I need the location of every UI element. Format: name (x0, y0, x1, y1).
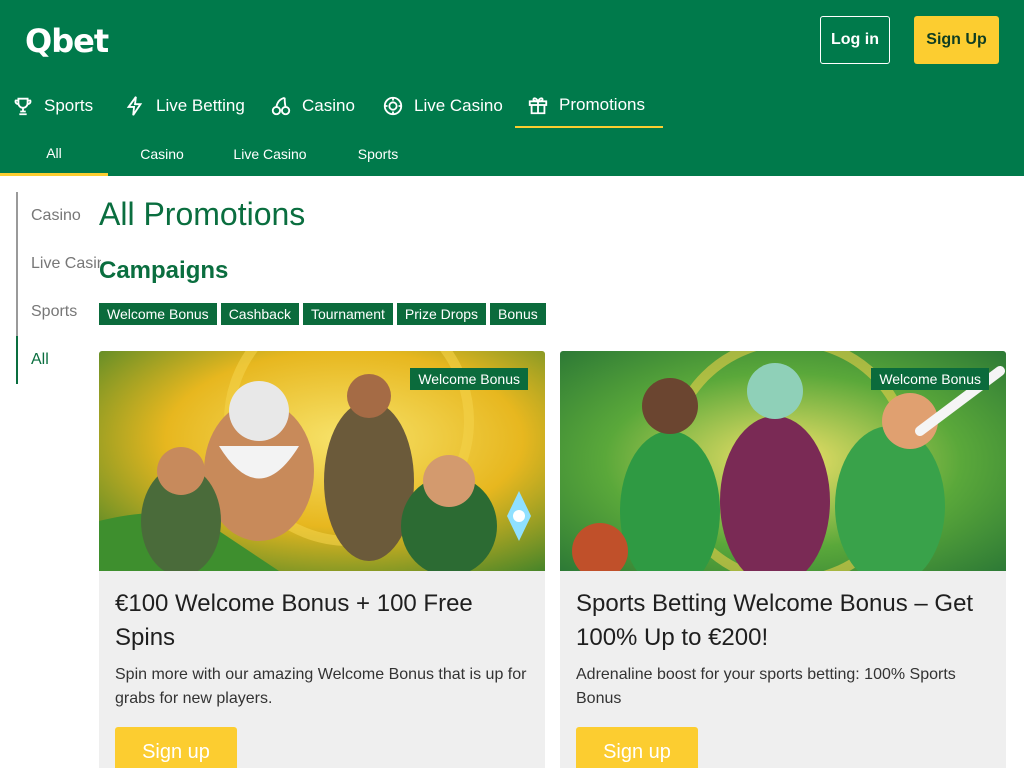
roulette-icon (383, 96, 403, 116)
side-nav: Casino Live Casino Sports All (16, 192, 101, 384)
qbet-logo[interactable]: Qbet (25, 22, 109, 60)
promo-category-badge: Welcome Bonus (410, 368, 528, 390)
promo-title: €100 Welcome Bonus + 100 Free Spins (115, 590, 473, 651)
promo-category-badge: Welcome Bonus (871, 368, 989, 390)
promo-description: Spin more with our amazing Welcome Bonus… (115, 666, 527, 707)
sidenav-item-casino[interactable]: Casino (31, 207, 101, 225)
nav-item-live-betting[interactable]: Live Betting (124, 84, 245, 128)
section-title: Campaigns (99, 257, 229, 284)
promo-signup-button[interactable]: Sign up (576, 727, 698, 768)
nav-label: Live Betting (156, 96, 245, 115)
sidenav-item-all[interactable]: All (31, 351, 101, 369)
nav-label: Live Casino (414, 96, 503, 115)
sidenav-item-live-casino[interactable]: Live Casino (31, 255, 101, 273)
filter-tag-welcome-bonus[interactable]: Welcome Bonus (99, 303, 217, 325)
trophy-icon (14, 97, 32, 116)
nav-label: Sports (44, 96, 94, 115)
subnav-item-casino[interactable]: Casino (118, 132, 206, 176)
lightning-icon (126, 96, 143, 116)
subnav-item-live-casino[interactable]: Live Casino (220, 132, 320, 176)
promo-card: Welcome Bonus €100 Welcome Bonus + 100 F… (99, 351, 545, 768)
sub-nav: All Casino Live Casino Sports (0, 132, 1024, 176)
filter-tag-prize-drops[interactable]: Prize Drops (396, 303, 487, 325)
promo-signup-button[interactable]: Sign up (115, 727, 237, 768)
signup-button[interactable]: Sign Up (914, 16, 999, 64)
sidenav-item-sports[interactable]: Sports (31, 303, 101, 321)
cherries-icon (271, 96, 291, 116)
filter-tag-tournament[interactable]: Tournament (302, 303, 393, 325)
promo-card: Welcome Bonus Sports Betting Welcome Bon… (560, 351, 1006, 768)
nav-item-casino[interactable]: Casino (270, 84, 355, 128)
nav-item-sports[interactable]: Sports (12, 84, 93, 128)
gift-icon (528, 97, 548, 115)
subnav-item-sports[interactable]: Sports (338, 132, 418, 176)
promo-description: Adrenaline boost for your sports betting… (576, 666, 956, 707)
login-button[interactable]: Log in (820, 16, 890, 64)
subnav-item-all[interactable]: All (0, 132, 108, 176)
nav-label: Casino (302, 96, 355, 115)
filter-tag-cashback[interactable]: Cashback (220, 303, 299, 325)
main-nav: Sports Live Betting Casino Live Casino P… (0, 84, 1024, 128)
promo-title: Sports Betting Welcome Bonus – Get 100% … (576, 590, 974, 651)
site-header: Qbet Log in Sign Up Sports Live Betting … (0, 0, 1024, 176)
nav-item-live-casino[interactable]: Live Casino (382, 84, 503, 128)
campaign-filters: Welcome Bonus Cashback Tournament Prize … (99, 303, 546, 325)
filter-tag-bonus[interactable]: Bonus (490, 303, 546, 325)
side-nav-active-indicator (16, 336, 18, 384)
page-title: All Promotions (99, 196, 306, 232)
nav-label: Promotions (559, 95, 645, 114)
nav-item-promotions[interactable]: Promotions (515, 84, 663, 128)
